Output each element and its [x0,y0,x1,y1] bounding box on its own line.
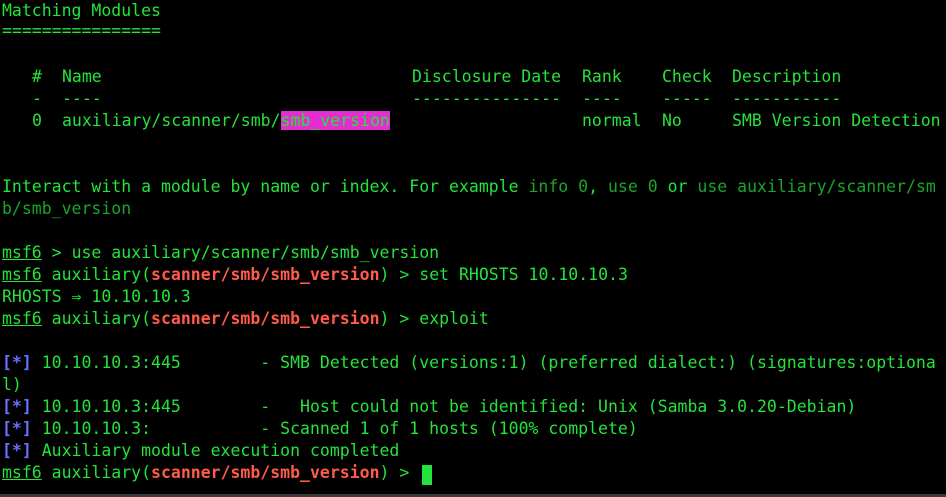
set-output: RHOSTS ⇒ 10.10.10.3 [2,287,191,306]
command-text: set RHOSTS 10.10.10.3 [419,265,628,284]
prompt-name: msf6 [2,265,42,284]
column-underline-description: ----------- [732,89,842,108]
section-title-underline: ================ [2,21,161,40]
module-check: No [662,111,682,130]
prompt-module: scanner/smb/smb_version [151,265,380,284]
table-row[interactable]: 0 auxiliary/scanner/smb/smb_version norm… [2,110,946,132]
result-text: 10.10.10.3:445 - SMB Detected (versions:… [41,353,936,372]
module-name[interactable]: auxiliary/scanner/smb/smb_version [62,110,390,132]
prompt-module: scanner/smb/smb_version [151,309,380,328]
hint-text: Interact with a module by name or index.… [2,177,529,196]
table-header-row: # Name Disclosure Date Rank Check Descri… [2,66,946,88]
prompt-name: msf6 [2,243,42,262]
hint-example-use-name: use auxiliary/scanner/sm [697,177,936,196]
hint-line-1: Interact with a module by name or index.… [2,176,936,198]
hint-line-2: b/smb_version [2,199,132,218]
column-underline-rank: ---- [582,89,622,108]
hint-separator: , [588,177,608,196]
column-header-disclosure-date: Disclosure Date [412,67,562,86]
hint-example-use-index: use 0 [607,177,658,196]
column-header-check: Check [662,67,712,86]
module-rank: normal [582,111,642,130]
column-underline-index: - [32,89,42,108]
terminal-output[interactable]: Matching Modules ================ # Name… [2,0,946,497]
result-line: [*] 10.10.10.3:445 - SMB Detected (versi… [2,352,936,374]
prompt-name: msf6 [2,463,42,482]
command-line-set: msf6 auxiliary(scanner/smb/smb_version) … [2,265,628,284]
column-underline-disclosure-date: --------------- [412,89,562,108]
prompt-module: scanner/smb/smb_version [151,463,380,482]
column-header-rank: Rank [582,67,622,86]
info-marker: [*] [2,397,32,416]
result-line: [*] Auxiliary module execution completed [2,440,399,462]
command-line-use: msf6 > use auxiliary/scanner/smb/smb_ver… [2,242,439,264]
info-marker: [*] [2,353,32,372]
info-marker: [*] [2,419,32,438]
text-cursor [422,465,432,485]
module-description: SMB Version Detection [732,111,941,130]
command-line-exploit: msf6 auxiliary(scanner/smb/smb_version) … [2,309,489,328]
module-name-match-highlight: smb_version [280,111,390,130]
prompt-name: msf6 [2,309,42,328]
result-text: 10.10.10.3: - Scanned 1 of 1 hosts (100%… [41,419,638,438]
hint-example-info: info 0 [528,177,589,196]
result-text: 10.10.10.3:445 - Host could not be ident… [41,397,857,416]
result-line: [*] 10.10.10.3:445 - Host could not be i… [2,396,856,418]
module-index: 0 [32,111,42,130]
result-line-continuation: l) [2,375,22,394]
command-text: exploit [419,309,489,328]
result-text: Auxiliary module execution completed [41,441,400,460]
column-underline-name: ---- [62,89,102,108]
column-header-name: Name [62,67,102,86]
module-name-prefix: auxiliary/scanner/smb/ [62,111,281,130]
current-prompt-line[interactable]: msf6 auxiliary(scanner/smb/smb_version) … [2,462,946,485]
prompt-arrow: > [41,243,72,262]
hint-or: or [657,177,698,196]
column-header-description: Description [732,67,842,86]
result-line: [*] 10.10.10.3: - Scanned 1 of 1 hosts (… [2,418,638,440]
section-title: Matching Modules [2,1,161,20]
column-header-index: # [32,67,42,86]
table-header-underline-row: - ---- --------------- ---- ----- ------… [2,88,946,110]
column-underline-check: ----- [662,89,712,108]
info-marker: [*] [2,441,32,460]
command-text: use auxiliary/scanner/smb/smb_version [71,243,440,262]
